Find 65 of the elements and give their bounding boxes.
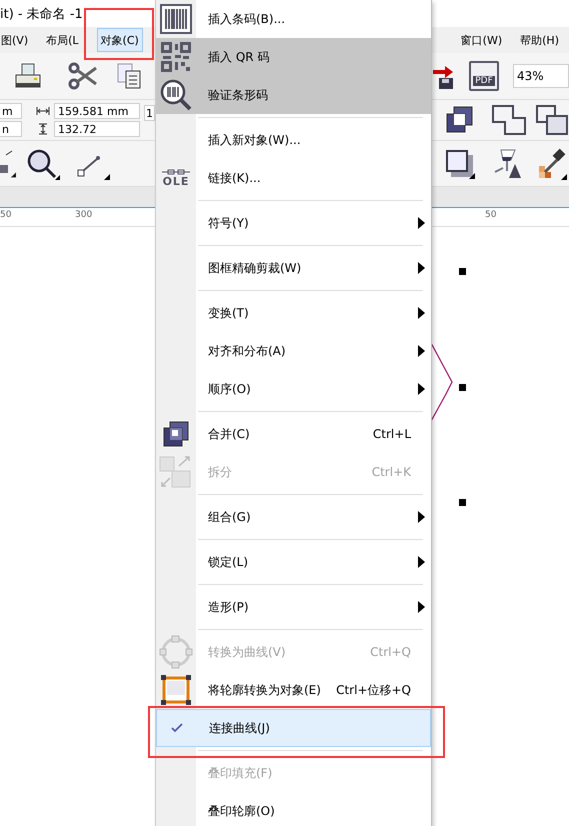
- menu-item[interactable]: 造形(P): [156, 588, 431, 626]
- submenu-arrow-icon: [418, 511, 425, 523]
- combine-icon[interactable]: [445, 105, 475, 135]
- submenu-arrow-icon: [418, 556, 425, 568]
- qr-code-icon: [161, 42, 191, 72]
- check-icon: [171, 723, 183, 733]
- menu-item[interactable]: 合并(C) Ctrl+L: [156, 415, 431, 453]
- menu-item[interactable]: 叠印轮廓(O): [156, 792, 431, 826]
- menu-item[interactable]: 符号(Y): [156, 204, 431, 242]
- menu-item[interactable]: 对象(C): [96, 28, 143, 52]
- curve-nodes-icon: [159, 635, 193, 669]
- ruler-label: 300: [75, 210, 92, 220]
- magnifier-barcode-icon: [160, 79, 192, 111]
- submenu-arrow-icon: [418, 217, 425, 229]
- size-field[interactable]: 159.581 mm: [54, 103, 140, 119]
- zoom-tool-icon[interactable]: [26, 148, 60, 180]
- pdf-icon[interactable]: PDF: [469, 61, 499, 91]
- scale-field[interactable]: 1: [144, 105, 155, 121]
- print-icon[interactable]: [14, 62, 42, 90]
- menu-item[interactable]: 锁定(L): [156, 543, 431, 581]
- submenu-arrow-icon: [418, 345, 425, 357]
- ruler-label: 50: [485, 210, 496, 220]
- barcode-icon: [160, 4, 192, 34]
- menu-item[interactable]: 窗口(W): [456, 28, 506, 52]
- ruler-label: 50: [0, 210, 12, 220]
- copy-icon[interactable]: [116, 62, 142, 90]
- selection-handle[interactable]: [459, 384, 466, 391]
- width-icon: [36, 106, 50, 116]
- shadow-icon[interactable]: [445, 148, 475, 178]
- position-field[interactable]: m: [0, 103, 22, 119]
- outline-object-icon: [160, 674, 192, 706]
- menu-item[interactable]: 插入条码(B)...: [156, 0, 431, 38]
- highlight-frame: [84, 8, 154, 60]
- menu-item[interactable]: 验证条形码: [156, 76, 431, 114]
- eyedropper-icon[interactable]: [537, 148, 567, 180]
- window-title: it) - 未命名 -1: [0, 6, 83, 22]
- tool-icon[interactable]: [0, 148, 16, 178]
- menu-item[interactable]: 对齐和分布(A): [156, 332, 431, 370]
- selection-handle[interactable]: [459, 499, 466, 506]
- menu-item[interactable]: 图框精确剪裁(W): [156, 249, 431, 287]
- menu-item[interactable]: 连接曲线(J): [156, 709, 431, 747]
- combine-icon: [163, 421, 189, 447]
- position-field[interactable]: n: [0, 121, 22, 137]
- size-field[interactable]: 132.72: [54, 121, 140, 137]
- weld-icon[interactable]: [491, 104, 527, 136]
- menu-item[interactable]: 布局(L: [42, 28, 83, 52]
- menu-item[interactable]: 图(V): [0, 28, 32, 52]
- menu-item[interactable]: 组合(G): [156, 498, 431, 536]
- menu-item[interactable]: 变换(T): [156, 294, 431, 332]
- submenu-arrow-icon: [418, 383, 425, 395]
- menu-item[interactable]: OLE 链接(K)...: [156, 159, 431, 197]
- menu-item[interactable]: 将轮廓转换为对象(E) Ctrl+位移+Q: [156, 671, 431, 709]
- height-icon: [36, 123, 50, 135]
- submenu-arrow-icon: [418, 601, 425, 613]
- break-apart-icon: [159, 456, 193, 488]
- menu-item[interactable]: 顺序(O): [156, 370, 431, 408]
- submenu-arrow-icon: [418, 307, 425, 319]
- menu-item[interactable]: 帮助(H): [516, 28, 563, 52]
- submenu-arrow-icon: [418, 262, 425, 274]
- trim-icon[interactable]: [535, 104, 569, 136]
- selection-handle[interactable]: [459, 268, 466, 275]
- menu-item[interactable]: 插入 QR 码: [156, 38, 431, 76]
- cut-icon[interactable]: [68, 62, 98, 90]
- menu-item[interactable]: 插入新对象(W)...: [156, 121, 431, 159]
- zoom-field[interactable]: 43%: [513, 64, 569, 88]
